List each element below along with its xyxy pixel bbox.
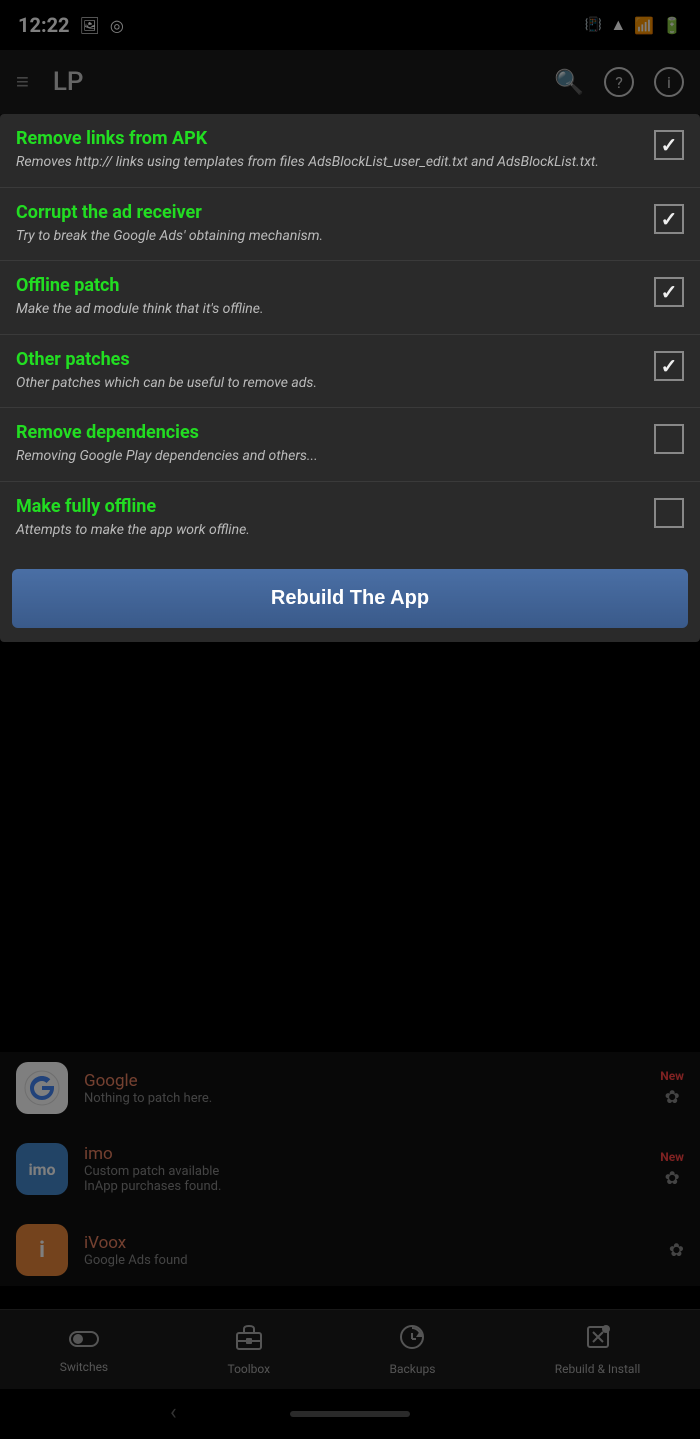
patch-remove-deps-checkbox[interactable]: ✓	[654, 424, 684, 454]
patch-modal: Remove links from APK Removes http:// li…	[0, 114, 700, 642]
patch-remove-links-text: Remove links from APK Removes http:// li…	[16, 128, 642, 173]
checkmark-icon: ✓	[661, 133, 678, 157]
patch-make-offline-title: Make fully offline	[16, 496, 642, 517]
patch-remove-deps-desc: Removing Google Play dependencies and ot…	[16, 447, 642, 467]
patch-remove-deps-title: Remove dependencies	[16, 422, 642, 443]
checkmark-icon: ✓	[661, 354, 678, 378]
patch-remove-links-desc: Removes http:// links using templates fr…	[16, 153, 642, 173]
patch-make-offline-text: Make fully offline Attempts to make the …	[16, 496, 642, 541]
patch-other-title: Other patches	[16, 349, 642, 370]
patch-offline-desc: Make the ad module think that it's offli…	[16, 300, 642, 320]
patch-offline-checkbox[interactable]: ✓	[654, 277, 684, 307]
patch-corrupt-ad-text: Corrupt the ad receiver Try to break the…	[16, 202, 642, 247]
patch-remove-links-title: Remove links from APK	[16, 128, 642, 149]
patch-corrupt-ad-checkbox[interactable]: ✓	[654, 204, 684, 234]
patch-item-offline[interactable]: Offline patch Make the ad module think t…	[0, 261, 700, 335]
checkmark-icon: ✓	[661, 280, 678, 304]
patch-offline-title: Offline patch	[16, 275, 642, 296]
patch-corrupt-ad-desc: Try to break the Google Ads' obtaining m…	[16, 227, 642, 247]
patch-item-make-offline[interactable]: Make fully offline Attempts to make the …	[0, 482, 700, 555]
patch-item-remove-links[interactable]: Remove links from APK Removes http:// li…	[0, 114, 700, 188]
rebuild-button[interactable]: Rebuild The App	[12, 569, 688, 628]
patch-other-text: Other patches Other patches which can be…	[16, 349, 642, 394]
patch-item-corrupt-ad[interactable]: Corrupt the ad receiver Try to break the…	[0, 188, 700, 262]
patch-remove-deps-text: Remove dependencies Removing Google Play…	[16, 422, 642, 467]
patch-make-offline-checkbox[interactable]: ✓	[654, 498, 684, 528]
patch-item-other[interactable]: Other patches Other patches which can be…	[0, 335, 700, 409]
patch-offline-text: Offline patch Make the ad module think t…	[16, 275, 642, 320]
patch-other-desc: Other patches which can be useful to rem…	[16, 374, 642, 394]
patch-item-remove-deps[interactable]: Remove dependencies Removing Google Play…	[0, 408, 700, 482]
patch-other-checkbox[interactable]: ✓	[654, 351, 684, 381]
patch-make-offline-desc: Attempts to make the app work offline.	[16, 521, 642, 541]
checkmark-icon: ✓	[661, 207, 678, 231]
patch-remove-links-checkbox[interactable]: ✓	[654, 130, 684, 160]
patch-corrupt-ad-title: Corrupt the ad receiver	[16, 202, 642, 223]
